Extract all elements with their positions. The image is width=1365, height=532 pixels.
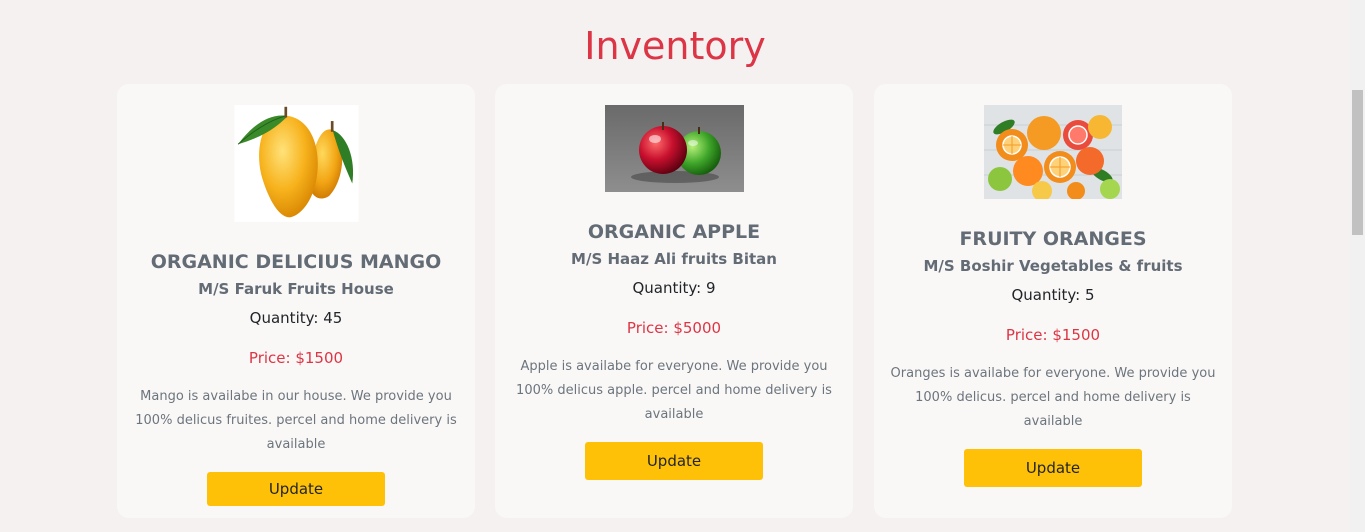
product-title: FRUITY ORANGES xyxy=(959,228,1147,250)
page-title: Inventory xyxy=(584,24,766,68)
mango-image xyxy=(233,105,359,222)
apple-image xyxy=(604,105,744,192)
product-description: Oranges is availabe for everyone. We pro… xyxy=(890,366,1216,429)
product-card-mango: ORGANIC DELICIUS MANGO M/S Faruk Fruits … xyxy=(117,84,475,518)
product-description: Apple is availabe for everyone. We provi… xyxy=(516,359,832,422)
product-price: Price: $1500 xyxy=(248,348,344,367)
product-description: Mango is availabe in our house. We provi… xyxy=(135,388,457,452)
product-price: Price: $1500 xyxy=(1005,326,1101,344)
update-button[interactable]: Update xyxy=(207,471,385,506)
product-title: ORGANIC APPLE xyxy=(587,221,761,243)
update-button[interactable]: Update xyxy=(585,442,763,480)
product-supplier: M/S Boshir Vegetables & fruits xyxy=(923,257,1183,275)
product-title: ORGANIC DELICIUS MANGO xyxy=(150,250,442,273)
product-quantity: Quantity: 45 xyxy=(249,308,343,327)
product-price: Price: $5000 xyxy=(626,319,722,337)
product-card-apple: ORGANIC APPLE M/S Haaz Ali fruits Bitan … xyxy=(495,84,853,518)
scrollbar-thumb[interactable] xyxy=(1352,90,1363,235)
product-quantity: Quantity: 5 xyxy=(1011,286,1095,304)
product-card-oranges: FRUITY ORANGES M/S Boshir Vegetables & f… xyxy=(874,84,1232,518)
product-quantity: Quantity: 9 xyxy=(632,279,716,297)
product-supplier: M/S Haaz Ali fruits Bitan xyxy=(571,250,777,268)
oranges-image xyxy=(984,105,1122,199)
scrollbar-track[interactable] xyxy=(1350,0,1365,532)
update-button[interactable]: Update xyxy=(964,449,1142,487)
product-supplier: M/S Faruk Fruits House xyxy=(198,279,394,298)
